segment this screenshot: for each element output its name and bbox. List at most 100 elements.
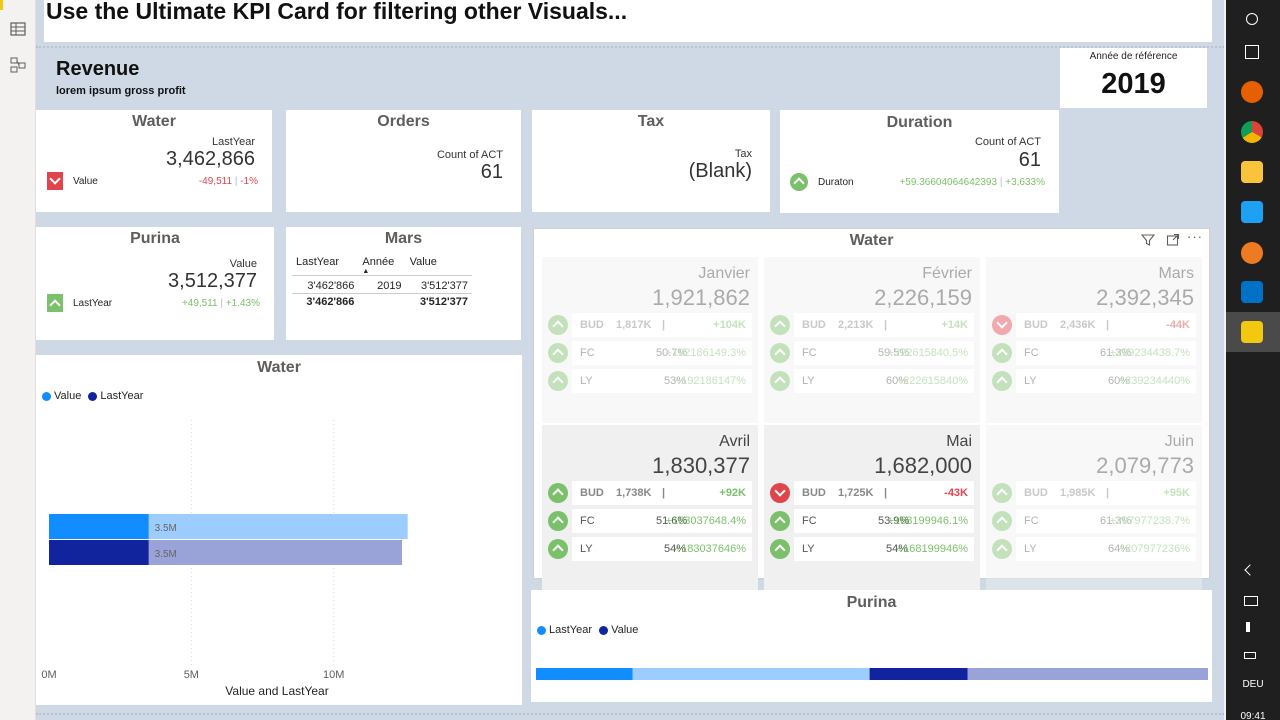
reference-year-card[interactable]: Année de référence 2019 [1060,48,1207,108]
kpi-label: Count of ACT [974,136,1041,148]
kpi-card-water[interactable]: Water LastYear 3,462,866 Value -49,511 |… [36,110,272,212]
banner-title: Use the Ultimate KPI Card for filtering … [46,0,628,24]
month-value: 2,079,773 [1096,453,1194,478]
twitter-icon[interactable] [1241,201,1263,223]
bud-value: 1,817K [616,319,652,331]
clock[interactable]: 09:41 [1226,711,1280,720]
column-header-sorted[interactable]: Année ▲ [358,255,405,275]
trend-up-icon [548,371,568,391]
task-view-icon[interactable] [1245,45,1259,59]
trend-up-icon [548,539,568,559]
row-sep: | [1106,487,1110,499]
ly-delta: +168199946% [896,543,968,555]
matrix-cell-février[interactable]: Février 2,226,159 BUD 2,213K | +14K FC 59.5% +22… [764,257,980,423]
purina-bar-chart[interactable] [531,660,1212,690]
kpi-card-purina[interactable]: Purina Value 3,512,377 LastYear +49,511 … [36,227,274,340]
matrix-cell-mai[interactable]: Mai 1,682,000 BUD 1,725K | -43K FC 53.9% +168199… [764,425,980,591]
water-matrix-card: Water ··· Janvier 1,921,862 BUD 1,817K | +104… [533,228,1210,591]
media-player-icon[interactable] [1241,242,1263,264]
legend-marker [42,391,51,401]
row-label: LY [580,543,593,555]
fc-row: FC 59.5% +222615840.5% [794,341,974,365]
table-header-row: LastYear Année ▲ Value [292,255,472,275]
row-label: BUD [802,319,826,331]
battery-icon[interactable] [1244,652,1256,659]
matrix-cell-juin[interactable]: Juin 2,079,773 BUD 1,985K | +95K FC 61.3% +20797… [986,425,1202,591]
delta-pct: +1.43% [225,298,260,309]
row-label: LY [1024,375,1037,387]
fc-row: FC 51.6% +183037648.4% [572,509,752,533]
segment-highlight-value[interactable] [869,668,968,680]
model-view-icon[interactable] [10,57,26,73]
bud-value: 1,725K [838,487,874,499]
table-title: Mars [384,230,423,247]
delta-value: -49,511 [198,176,233,187]
x-tick-label: 5M [184,669,199,681]
revenue-title: Revenue [56,58,140,80]
trend-up-icon [548,315,568,335]
chevron-left-icon[interactable] [1244,564,1256,576]
segment-highlight-lastyear[interactable] [536,668,633,680]
kpi-card-orders[interactable]: Orders Count of ACT 61 [286,110,521,212]
delta-sep: | [234,176,238,187]
column-header[interactable]: LastYear [292,255,358,275]
month-value: 1,682,000 [874,453,972,478]
legend-label[interactable]: LastYear [549,624,592,636]
fc-row: FC 50.7% +192186149.3% [572,341,752,365]
bud-row: BUD 1,985K | +95K [1016,481,1196,505]
volume-icon[interactable] [1246,622,1256,632]
chrome-icon[interactable] [1241,121,1263,143]
focus-mode-icon[interactable] [1166,233,1180,247]
keyboard-language[interactable]: DEU [1226,679,1280,690]
delta-sep: | [999,177,1003,188]
bud-value: 2,213K [838,319,874,331]
chart-title: Purina [846,594,897,611]
legend-label[interactable]: Value [54,390,81,402]
kpi-label: Value [229,258,257,270]
filter-icon[interactable] [1141,233,1155,247]
bud-delta: +14K [941,319,968,331]
trend-up-icon [992,511,1012,531]
fc-row: FC 53.9% +168199946.1% [794,509,974,533]
ly-row: LY 53% +192186147% [572,369,752,393]
kpi-delta: +49,511 | +1.43% [182,298,260,309]
more-options-icon[interactable]: ··· [1187,229,1203,244]
table-view-icon[interactable] [10,21,26,37]
segment-value[interactable] [967,668,1208,680]
legend-label[interactable]: Value [611,624,638,636]
kpi-card-duration[interactable]: Duration Count of ACT 61 Duraton +59.366… [780,110,1059,213]
fc-row: FC 61.3% +207977238.7% [1016,509,1196,533]
matrix-cell-avril[interactable]: Avril 1,830,377 BUD 1,738K | +92K FC 51.6% +1830… [542,425,758,591]
trend-up-icon [992,343,1012,363]
bud-row: BUD 1,738K | +92K [572,481,752,505]
row-label: LY [1024,543,1037,555]
row-label: FC [1024,515,1039,527]
bud-delta: +95K [1163,487,1190,499]
matrix-cell-mars[interactable]: Mars 2,392,345 BUD 2,436K | -44K FC 61.3% +23923… [986,257,1202,423]
bud-delta: -44K [1166,319,1190,331]
column-header-label: Année [362,256,395,268]
bud-value: 2,436K [1060,319,1096,331]
column-header[interactable]: Value [406,255,472,275]
matrix-cell-janvier[interactable]: Janvier 1,921,862 BUD 1,817K | +104K FC 50.7% +1… [542,257,758,423]
file-explorer-icon[interactable] [1241,161,1263,183]
network-icon[interactable] [1244,596,1258,606]
firefox-icon[interactable] [1241,81,1263,103]
kpi-card-tax[interactable]: Tax Tax (Blank) [532,110,770,212]
water-bar-chart[interactable]: 0M 5M 10M Value and LastYear 3.5M 3.5M [36,410,522,705]
kpi-delta: -49,511 | -1% [199,176,258,187]
fc-delta: +222615840.5% [887,347,968,359]
mars-table: LastYear Année ▲ Value 3'462'866 2019 3'… [292,255,472,310]
search-icon[interactable] [1246,13,1258,25]
table-row[interactable]: 3'462'866 2019 3'512'377 [292,275,472,293]
legend-marker [599,625,609,635]
kpi-value: 61 [1018,149,1041,171]
bud-row: BUD 1,817K | +104K [572,313,752,337]
legend-label[interactable]: LastYear [100,390,143,402]
segment-lastyear[interactable] [632,668,870,680]
table-cell: 2019 [377,279,402,292]
row-label: BUD [580,319,604,331]
trend-down-icon [47,172,63,190]
outlook-icon[interactable] [1241,281,1263,303]
power-bi-icon[interactable] [1241,321,1263,343]
